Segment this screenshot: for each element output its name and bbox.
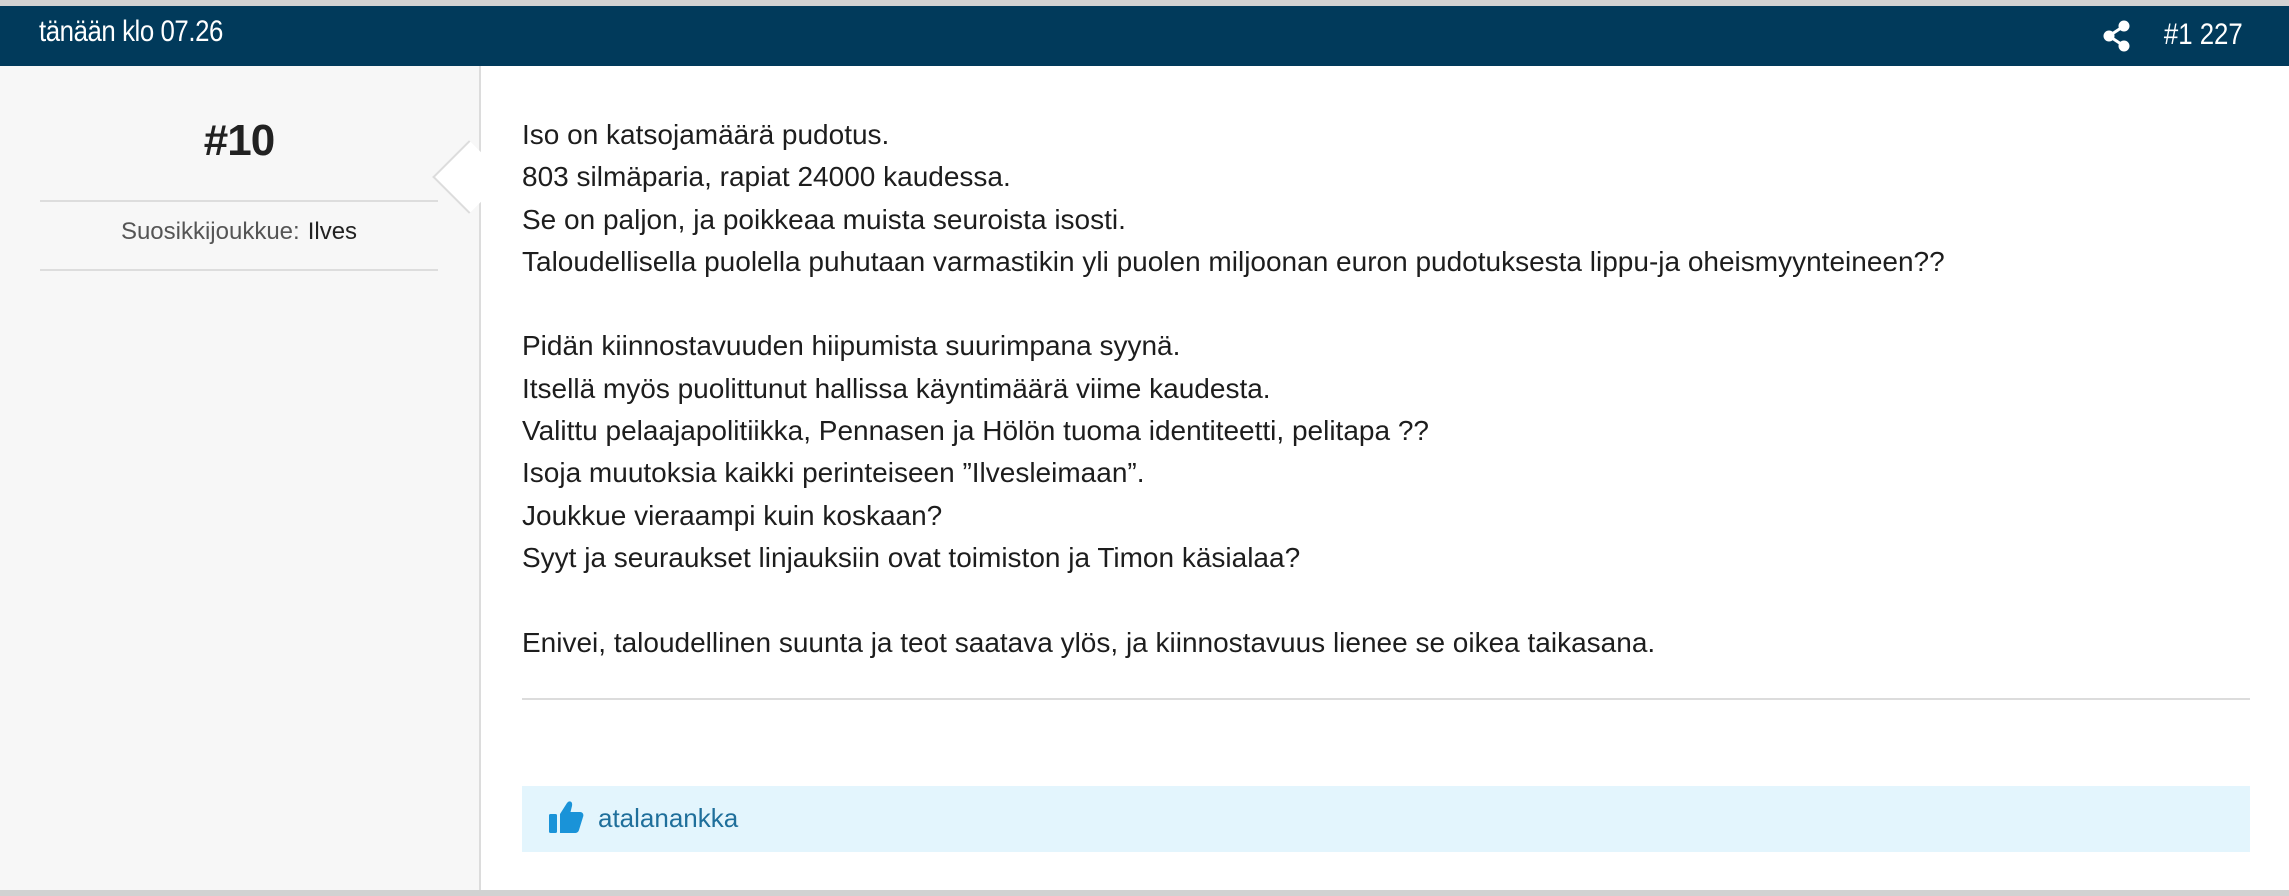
pane-pointer-arrow xyxy=(432,140,506,214)
user-info-pane: #10 Suosikkijoukkue: Ilves xyxy=(0,66,506,890)
divider xyxy=(40,200,438,202)
post-line: Syyt ja seuraukset linjauksiin ovat toim… xyxy=(522,541,1301,573)
post-header-bar: tänään klo 07.26 #1 227 xyxy=(0,6,2289,66)
post-line: Se on paljon, ja poikkeaa muista seurois… xyxy=(522,203,1126,235)
share-icon[interactable] xyxy=(2100,19,2134,53)
post-line: Isoja muutoksia kaikki perinteiseen ”Ilv… xyxy=(522,457,1145,489)
post-separator xyxy=(522,698,2250,700)
post-timestamp: tänään klo 07.26 xyxy=(39,15,223,48)
post-line: Iso on katsojamäärä pudotus. xyxy=(522,119,890,150)
post-line: Enivei, taloudellinen suunta ja teot saa… xyxy=(522,626,1656,658)
favorite-team-label: Suosikkijoukkue: xyxy=(120,218,300,245)
favorite-team-value: Ilves xyxy=(307,218,358,245)
post-line: Pidän kiinnostavuuden hiipumista suurimp… xyxy=(522,330,1181,362)
forum-post: tänään klo 07.26 #1 227 #10 Suosikkijouk… xyxy=(0,6,2289,890)
post-body: Iso on katsojamäärä pudotus. 803 silmäpa… xyxy=(522,114,2242,664)
favorite-team-row: Suosikkijoukkue: Ilves xyxy=(40,218,438,246)
post-line: Valittu pelaajapolitiikka, Pennasen ja H… xyxy=(522,415,1429,447)
post-line: 803 silmäparia, rapiat 24000 kaudessa. xyxy=(522,161,1011,193)
post-line: Itsellä myös puolittunut hallissa käynti… xyxy=(522,372,1271,404)
username[interactable]: #10 xyxy=(40,116,438,166)
likes-bar: atalanankka xyxy=(522,786,2250,852)
post-number-link[interactable]: #1 227 xyxy=(2164,18,2243,52)
thumbs-up-icon xyxy=(548,799,584,835)
post-line: Joukkue vieraampi kuin koskaan? xyxy=(522,499,943,531)
divider xyxy=(40,269,438,271)
liker-link[interactable]: atalanankka xyxy=(598,803,738,834)
post-line: Taloudellisella puolella puhutaan varmas… xyxy=(522,245,1945,277)
